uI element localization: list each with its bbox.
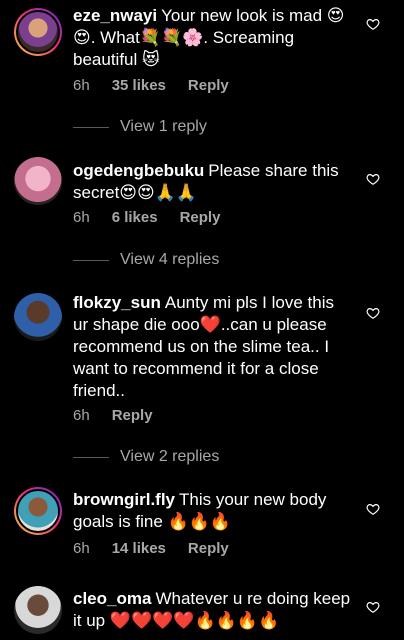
reply-button[interactable]: Reply <box>112 407 153 424</box>
comment-meta: 6h 14 likes Reply <box>73 540 229 557</box>
comment-body: cleo_oma Whatever u re doing keep it up ❤… <box>73 588 353 632</box>
avatar[interactable] <box>14 293 62 341</box>
comment-likes[interactable]: 35 likes <box>112 77 166 94</box>
comment-body: flokzy_sun Aunty mi pls I love this ur sh… <box>73 292 353 402</box>
comment-username[interactable]: flokzy_sun <box>73 293 161 312</box>
view-replies-label: View 1 reply <box>120 118 207 135</box>
replies-divider <box>73 456 109 458</box>
avatar[interactable] <box>14 8 62 56</box>
comment-body: browngirl.fly This your new body goals is… <box>73 489 353 533</box>
comment-likes[interactable]: 14 likes <box>112 540 166 557</box>
reply-button[interactable]: Reply <box>188 77 229 94</box>
view-replies-button[interactable]: View 2 replies <box>73 448 219 466</box>
view-replies-button[interactable]: View 1 reply <box>73 118 207 136</box>
comment-username[interactable]: eze_nwayi <box>73 6 157 25</box>
comment-username[interactable]: ogedengbebuku <box>73 161 204 180</box>
comment-time: 6h <box>73 540 90 557</box>
replies-divider <box>73 126 109 128</box>
comment-meta: 6h 6 likes Reply <box>73 209 220 226</box>
comment-body: ogedengbebuku Please share this secret😍😍🙏… <box>73 160 353 204</box>
heart-outline-icon[interactable] <box>366 600 380 614</box>
comment-meta: 6h 35 likes Reply <box>73 77 229 94</box>
avatar[interactable] <box>14 157 62 205</box>
comment-meta: 6h Reply <box>73 407 153 424</box>
heart-outline-icon[interactable] <box>366 172 380 186</box>
comment-body: eze_nwayi Your new look is mad 😍😍. What💐💐… <box>73 5 353 71</box>
comment-time: 6h <box>73 407 90 424</box>
comment-username[interactable]: cleo_oma <box>73 589 151 608</box>
comment-username[interactable]: browngirl.fly <box>73 490 175 509</box>
view-replies-button[interactable]: View 4 replies <box>73 251 219 269</box>
avatar[interactable] <box>14 586 62 634</box>
heart-outline-icon[interactable] <box>366 306 380 320</box>
heart-outline-icon[interactable] <box>366 17 380 31</box>
comment-time: 6h <box>73 77 90 94</box>
view-replies-label: View 4 replies <box>120 251 220 268</box>
avatar[interactable] <box>14 487 62 535</box>
replies-divider <box>73 259 109 261</box>
view-replies-label: View 2 replies <box>120 448 220 465</box>
reply-button[interactable]: Reply <box>180 209 221 226</box>
comment-time: 6h <box>73 209 90 226</box>
heart-outline-icon[interactable] <box>366 502 380 516</box>
comment-likes[interactable]: 6 likes <box>112 209 158 226</box>
reply-button[interactable]: Reply <box>188 540 229 557</box>
